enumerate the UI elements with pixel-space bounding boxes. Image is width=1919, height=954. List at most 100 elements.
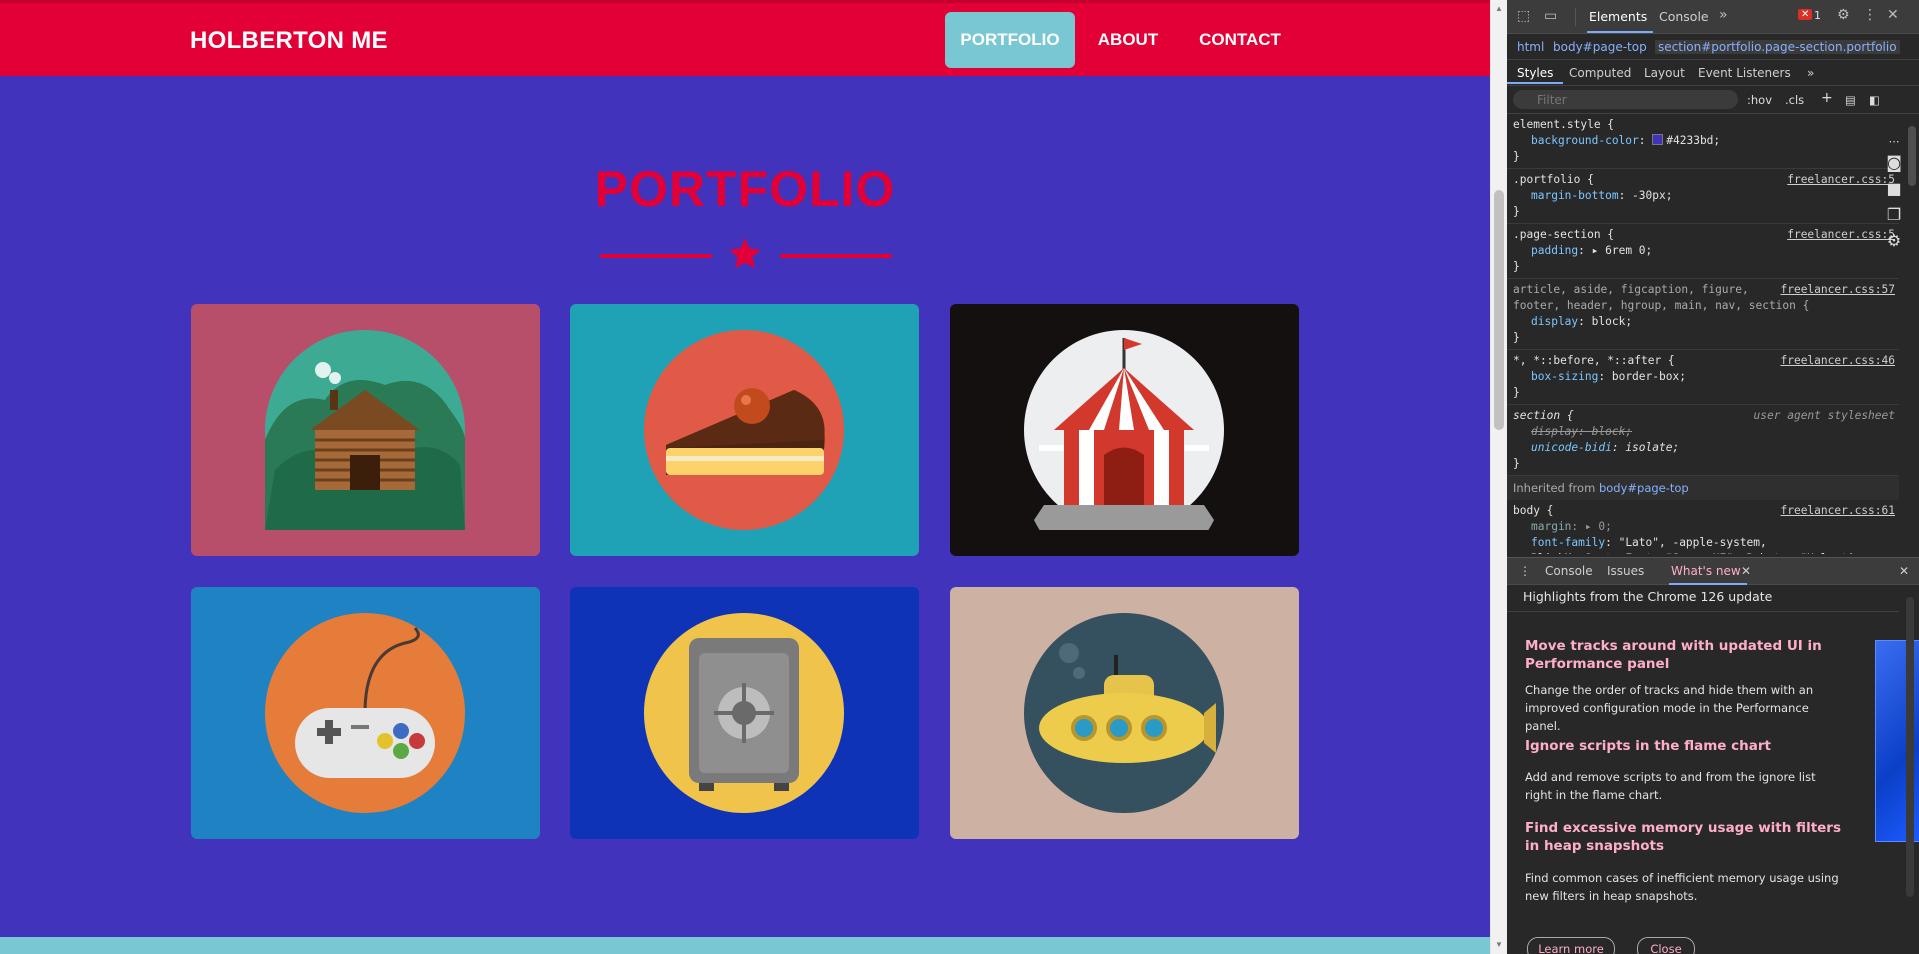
- more-subtabs-chevron-icon[interactable]: »: [1807, 66, 1814, 80]
- gear-icon[interactable]: ⚙: [1883, 231, 1905, 250]
- breadcrumb-body[interactable]: body#page-top: [1553, 40, 1647, 54]
- subtab-layout[interactable]: Layout: [1644, 66, 1685, 80]
- close-devtools-icon[interactable]: ✕: [1887, 7, 1899, 23]
- css-declaration[interactable]: box-sizing: border-box;: [1513, 369, 1895, 385]
- drawer-scroll-thumb[interactable]: [1906, 597, 1914, 897]
- styles-filter-input[interactable]: [1513, 90, 1738, 109]
- new-rule-plus-icon[interactable]: +: [1821, 90, 1833, 106]
- styles-scroll-thumb[interactable]: [1908, 126, 1916, 186]
- property-value[interactable]: ▸ 0;: [1585, 520, 1612, 533]
- css-declaration[interactable]: padding: ▸ 6rem 0;: [1513, 243, 1895, 259]
- property-name[interactable]: margin: [1531, 520, 1571, 533]
- learn-more-button[interactable]: Learn more: [1527, 937, 1615, 954]
- error-icon[interactable]: ✕: [1798, 9, 1813, 20]
- drawer-menu-icon[interactable]: ⋮: [1519, 564, 1531, 578]
- rule-source-link[interactable]: freelancer.css:5: [1787, 227, 1895, 243]
- subtab-computed[interactable]: Computed: [1569, 66, 1631, 80]
- page-scrollbar[interactable]: ▲ ▼: [1490, 0, 1507, 954]
- rule-selector[interactable]: element.style {: [1513, 117, 1895, 133]
- portfolio-item-circus[interactable]: [950, 304, 1299, 556]
- brand-logo[interactable]: HOLBERTON ME: [190, 27, 388, 55]
- nav-portfolio[interactable]: PORTFOLIO: [945, 12, 1075, 68]
- nav-about[interactable]: ABOUT: [1090, 12, 1166, 68]
- page-scroll-thumb[interactable]: [1494, 190, 1504, 430]
- rule-source-link[interactable]: freelancer.css:46: [1780, 353, 1895, 369]
- breadcrumb-section[interactable]: section#portfolio.page-section.portfolio: [1655, 40, 1900, 54]
- whats-new-item-title[interactable]: Find excessive memory usage with filters…: [1525, 819, 1845, 855]
- more-tools-icon[interactable]: ⋯: [1883, 135, 1905, 148]
- subtab-styles[interactable]: Styles: [1517, 66, 1553, 80]
- property-name[interactable]: margin-bottom: [1531, 189, 1619, 202]
- css-declaration[interactable]: font-family: "Lato", -apple-system, Blin…: [1513, 535, 1895, 554]
- property-name[interactable]: font-family: [1531, 536, 1605, 549]
- toolbar-separator: [1575, 8, 1576, 26]
- drawer-tab-issues[interactable]: Issues: [1607, 564, 1644, 578]
- styles-scrollbar[interactable]: [1905, 114, 1919, 554]
- more-tabs-chevron-icon[interactable]: »: [1719, 7, 1728, 23]
- divider-line-right: [780, 254, 892, 258]
- property-value[interactable]: -30px;: [1632, 189, 1672, 202]
- css-declaration[interactable]: background-color: #4233bd;: [1513, 133, 1895, 149]
- drawer-separator: [1507, 611, 1899, 612]
- hover-state-toggle[interactable]: :hov: [1747, 93, 1772, 107]
- whats-new-item-text: Change the order of tracks and hide them…: [1525, 683, 1814, 733]
- css-declaration-overridden[interactable]: display: block;: [1513, 424, 1895, 440]
- portfolio-item-cabin[interactable]: [191, 304, 540, 556]
- rule-source-link[interactable]: freelancer.css:5: [1787, 172, 1895, 188]
- video-icon[interactable]: ■: [1883, 179, 1905, 198]
- subtab-event-listeners[interactable]: Event Listeners: [1698, 66, 1791, 80]
- css-rule-portfolio: freelancer.css:5 .portfolio { margin-bot…: [1507, 169, 1899, 224]
- property-value[interactable]: block;: [1592, 425, 1632, 438]
- rule-source-link[interactable]: freelancer.css:61: [1780, 503, 1895, 519]
- whats-new-item-title[interactable]: Move tracks around with updated UI in Pe…: [1525, 637, 1845, 673]
- class-toggle[interactable]: .cls: [1785, 93, 1804, 107]
- close-drawer-icon[interactable]: ✕: [1899, 564, 1909, 578]
- nav-contact[interactable]: CONTACT: [1190, 12, 1290, 68]
- property-value[interactable]: block;: [1592, 315, 1632, 328]
- star-icon: [729, 238, 761, 269]
- drawer-tab-whats-new[interactable]: What's new: [1671, 564, 1741, 578]
- error-count[interactable]: 1: [1814, 9, 1821, 22]
- scroll-up-arrow-icon[interactable]: ▲: [1494, 4, 1504, 14]
- rule-selector-line-2[interactable]: footer, header, hgroup, main, nav, secti…: [1513, 298, 1895, 314]
- color-swatch[interactable]: [1652, 134, 1664, 145]
- property-value[interactable]: #4233bd;: [1666, 134, 1720, 147]
- property-name[interactable]: background-color: [1531, 134, 1639, 147]
- css-rule-page-section: freelancer.css:5 .page-section { padding…: [1507, 224, 1899, 279]
- property-name[interactable]: padding: [1531, 244, 1578, 257]
- css-declaration[interactable]: display: block;: [1513, 314, 1895, 330]
- close-tab-icon[interactable]: ✕: [1741, 564, 1751, 578]
- property-value[interactable]: isolate;: [1625, 441, 1679, 454]
- tab-console[interactable]: Console: [1659, 9, 1709, 24]
- inherited-from-link[interactable]: body#page-top: [1599, 481, 1689, 495]
- property-name[interactable]: box-sizing: [1531, 370, 1598, 383]
- breadcrumb-html[interactable]: html: [1517, 40, 1544, 54]
- cake-icon: [644, 330, 844, 530]
- portfolio-item-safe[interactable]: [570, 587, 919, 839]
- layers-icon[interactable]: ❐: [1883, 205, 1905, 224]
- tab-elements[interactable]: Elements: [1589, 9, 1647, 24]
- close-button[interactable]: Close: [1637, 937, 1695, 954]
- camera-icon[interactable]: ◙: [1883, 153, 1905, 172]
- portfolio-item-controller[interactable]: [191, 587, 540, 839]
- property-name[interactable]: display: [1531, 315, 1578, 328]
- portfolio-item-cake[interactable]: [570, 304, 919, 556]
- portfolio-item-submarine[interactable]: [950, 587, 1299, 839]
- drawer-tab-console[interactable]: Console: [1545, 564, 1593, 578]
- inspect-element-icon[interactable]: ⬚: [1517, 8, 1530, 24]
- property-value[interactable]: ▸ 6rem 0;: [1592, 244, 1653, 257]
- css-declaration[interactable]: margin: ▸ 0;: [1513, 519, 1895, 535]
- property-value[interactable]: border-box;: [1612, 370, 1686, 383]
- settings-gear-icon[interactable]: ⚙: [1837, 7, 1850, 23]
- more-options-icon[interactable]: ⋮: [1863, 7, 1877, 23]
- element-state-icon[interactable]: ▤: [1845, 93, 1856, 107]
- rule-source-link[interactable]: freelancer.css:57: [1780, 282, 1895, 298]
- device-toolbar-icon[interactable]: ▭: [1544, 8, 1557, 24]
- toggle-sidebar-icon[interactable]: ◧: [1869, 93, 1880, 107]
- css-declaration[interactable]: unicode-bidi: isolate;: [1513, 440, 1895, 456]
- property-name[interactable]: display: [1531, 425, 1578, 438]
- scroll-down-arrow-icon[interactable]: ▼: [1494, 940, 1504, 950]
- property-name[interactable]: unicode-bidi: [1531, 441, 1612, 454]
- whats-new-item-title[interactable]: Ignore scripts in the flame chart: [1525, 737, 1845, 755]
- css-declaration[interactable]: margin-bottom: -30px;: [1513, 188, 1895, 204]
